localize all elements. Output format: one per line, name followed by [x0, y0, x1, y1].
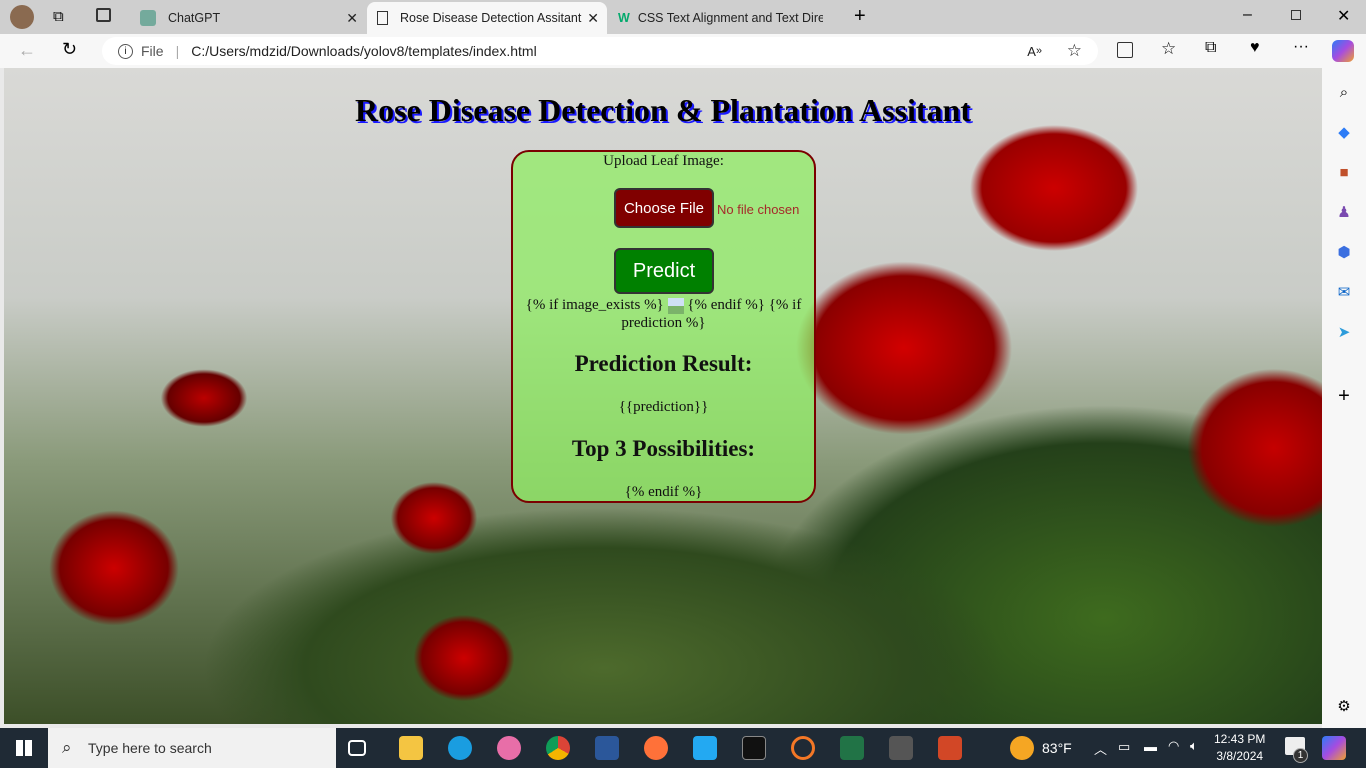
games-icon[interactable]: ♟	[1334, 202, 1354, 222]
address-bar-row: ← ↻ i File | C:/Users/mdzid/Downloads/yo…	[0, 34, 1366, 68]
w3schools-icon: W	[618, 11, 630, 25]
battery-icon[interactable]: ▬	[1144, 739, 1157, 754]
more-icon[interactable]: ···	[1293, 38, 1309, 56]
upload-form: Upload Leaf Image: Choose File No file c…	[511, 150, 816, 503]
powerpoint-icon[interactable]	[938, 736, 962, 760]
template-if-image: {% if image_exists %}	[525, 297, 664, 313]
shopping-icon[interactable]: ◆	[1334, 122, 1354, 142]
browser-essentials-icon[interactable]: ♥	[1250, 39, 1260, 57]
windows-start-icon[interactable]	[16, 740, 32, 756]
close-tab-icon[interactable]: ✕	[587, 10, 599, 27]
no-file-text: No file chosen	[717, 202, 800, 217]
tab-rose[interactable]: Rose Disease Detection Assitant ✕	[367, 2, 607, 34]
chrome-icon[interactable]	[546, 736, 570, 760]
workspaces-icon[interactable]: ⧉	[53, 8, 64, 25]
vscode-icon[interactable]	[693, 736, 717, 760]
paint-icon[interactable]	[497, 736, 521, 760]
date: 3/8/2024	[1216, 749, 1264, 763]
web-page: Rose Disease Detection & Plantation Assi…	[4, 68, 1322, 724]
search-placeholder: Type here to search	[88, 740, 212, 756]
template-text: {% if image_exists %} {% endif %} {% if …	[513, 296, 814, 332]
task-view-icon[interactable]	[348, 740, 366, 756]
tab-actions-icon[interactable]	[96, 8, 111, 22]
back-icon[interactable]: ←	[18, 40, 36, 61]
edge-icon[interactable]	[448, 736, 472, 760]
word-icon[interactable]	[595, 736, 619, 760]
broken-image-icon	[667, 297, 684, 314]
chevron-up-icon[interactable]: ︿	[1094, 739, 1107, 758]
terminal-icon[interactable]	[742, 736, 766, 760]
microsoft365-icon[interactable]: ⬢	[1334, 242, 1354, 262]
tab-label: Rose Disease Detection Assitant	[400, 11, 582, 25]
tools-icon[interactable]: ■	[1334, 162, 1354, 182]
upload-label: Upload Leaf Image:	[603, 153, 724, 169]
send-icon[interactable]: ➤	[1334, 322, 1354, 342]
camera-icon[interactable]: ▭	[1118, 739, 1130, 755]
tab-bar: ⧉ ChatGPT ✕ Rose Disease Detection Assit…	[0, 0, 1366, 34]
tab-label: ChatGPT	[168, 11, 221, 25]
edge-sidebar: ⌕ ◆ ■ ♟ ⬢ ✉ ➤ + ⚙	[1322, 68, 1366, 728]
page-title: Rose Disease Detection & Plantation Assi…	[355, 92, 971, 128]
predict-button[interactable]: Predict	[614, 248, 714, 294]
tab-label: CSS Text Alignment and Text Dire	[637, 11, 823, 25]
weather-temp[interactable]: 83°F	[1042, 740, 1072, 756]
app-icon[interactable]	[889, 736, 913, 760]
settings-icon[interactable]: ⚙	[1334, 696, 1354, 716]
chatgpt-icon	[140, 10, 156, 26]
prediction-value: {{prediction}}	[618, 399, 709, 415]
outlook-icon[interactable]: ✉	[1334, 282, 1354, 302]
copilot-taskbar-icon[interactable]	[1322, 736, 1346, 760]
weather-icon[interactable]	[1010, 736, 1034, 760]
url-scheme: File	[141, 43, 164, 59]
taskbar: ⌕ Type here to search 83°F ︿ ▭ ▬ ◠ 🔈︎ 12…	[0, 728, 1366, 768]
new-tab-icon[interactable]: +	[854, 5, 866, 28]
info-icon: i	[118, 43, 133, 59]
tab-css[interactable]: W CSS Text Alignment and Text Dire	[608, 2, 844, 34]
file-explorer-icon[interactable]	[399, 736, 423, 760]
favorites-icon[interactable]: ☆	[1161, 39, 1176, 59]
prediction-heading: Prediction Result:	[574, 351, 753, 376]
template-endif: {% endif %}	[624, 484, 703, 500]
wifi-icon[interactable]: ◠	[1168, 738, 1179, 754]
divider: |	[175, 43, 180, 59]
read-aloud-icon[interactable]: A»	[1027, 44, 1042, 59]
search-icon: ⌕	[62, 738, 72, 757]
favorite-star-icon[interactable]: ☆	[1067, 41, 1082, 61]
restore-icon[interactable]	[1291, 10, 1301, 20]
notification-count: 1	[1293, 748, 1308, 763]
search-icon[interactable]: ⌕	[1334, 82, 1354, 102]
time: 12:43 PM	[1214, 732, 1266, 746]
page-icon	[377, 11, 388, 25]
tab-chatgpt[interactable]: ChatGPT ✕	[130, 2, 366, 34]
close-tab-icon[interactable]: ✕	[346, 10, 358, 27]
clock[interactable]: 12:43 PM 3/8/2024	[1214, 731, 1265, 765]
refresh-icon[interactable]: ↻	[62, 39, 77, 60]
profile-avatar[interactable]	[10, 5, 34, 29]
taskbar-search[interactable]: ⌕ Type here to search	[48, 728, 336, 768]
split-screen-icon[interactable]	[1117, 42, 1133, 58]
close-window-icon[interactable]: ✕	[1337, 6, 1350, 26]
add-icon[interactable]: +	[1334, 385, 1354, 407]
collections-icon[interactable]: ⧉	[1205, 39, 1216, 57]
minimize-icon[interactable]: –	[1243, 6, 1252, 24]
firefox-icon[interactable]	[644, 736, 668, 760]
url-text: C:/Users/mdzid/Downloads/yolov8/template…	[191, 43, 537, 59]
jupyter-icon[interactable]	[791, 736, 815, 760]
address-input[interactable]: i File | C:/Users/mdzid/Downloads/yolov8…	[102, 37, 1098, 65]
volume-icon[interactable]: 🔈︎	[1190, 738, 1198, 754]
top3-heading: Top 3 Possibilities:	[571, 436, 756, 461]
excel-icon[interactable]	[840, 736, 864, 760]
choose-file-button[interactable]: Choose File	[614, 188, 714, 228]
copilot-icon[interactable]	[1332, 40, 1354, 62]
